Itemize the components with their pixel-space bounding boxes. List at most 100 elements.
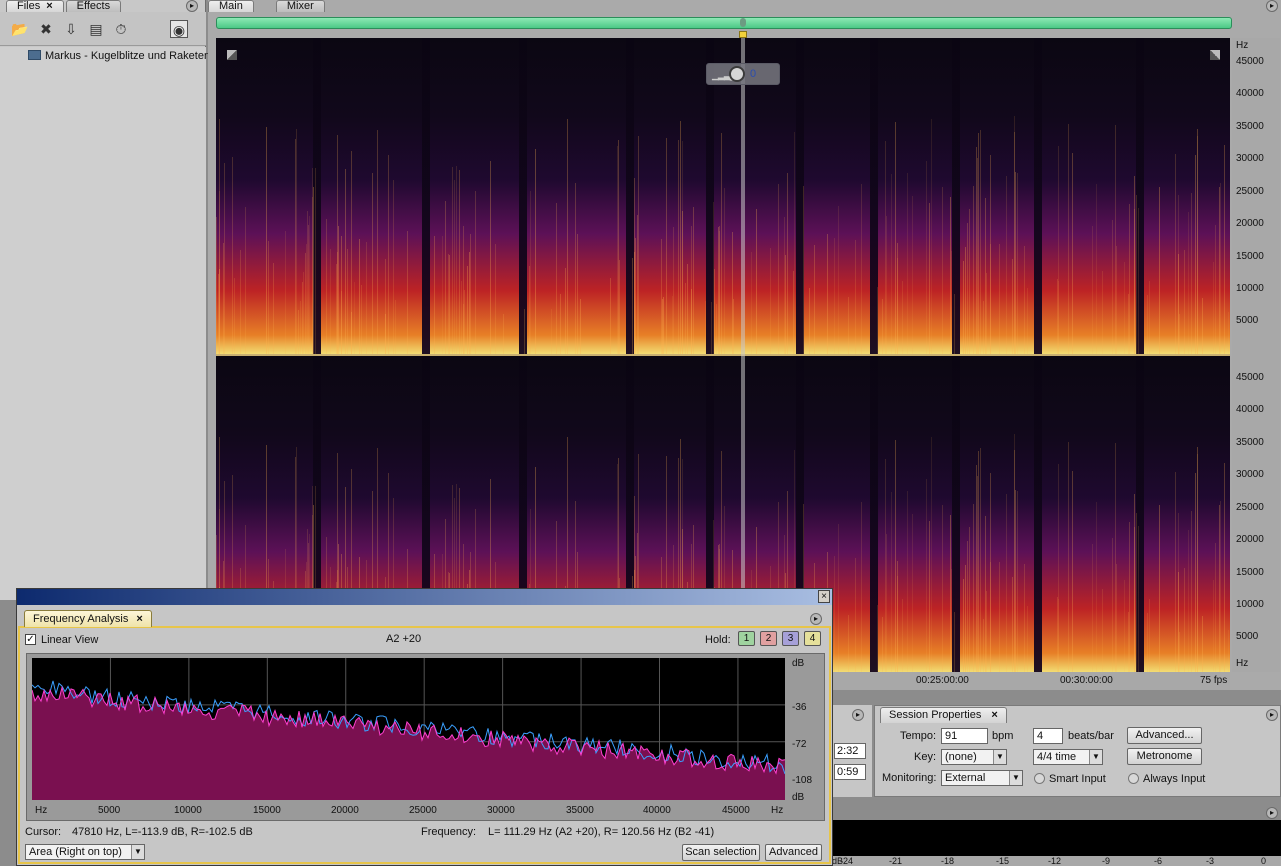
spectral-streak	[470, 234, 471, 354]
monitoring-select[interactable]: External ▼	[941, 770, 1023, 786]
display-mode-select[interactable]: Area (Right on top) ▼	[25, 844, 145, 860]
tab-files[interactable]: Files ×	[6, 0, 64, 12]
tab-main[interactable]: Main	[208, 0, 254, 12]
spectral-streak	[983, 301, 984, 354]
panel-menu-icon[interactable]: ▸	[1266, 0, 1278, 12]
spectral-streak	[372, 173, 373, 354]
key-select[interactable]: (none) ▼	[941, 749, 1007, 765]
spectral-streak	[891, 174, 892, 354]
tab-frequency-analysis[interactable]: Frequency Analysis ×	[24, 610, 152, 627]
close-icon[interactable]: ×	[991, 709, 997, 721]
hold-button-1[interactable]: 1	[738, 631, 755, 646]
close-icon[interactable]: ×	[46, 1, 52, 12]
advanced-button[interactable]: Advanced...	[1127, 727, 1202, 744]
autoplay-icon[interactable]: ⏱	[112, 20, 130, 38]
cursor-label: Cursor:	[25, 826, 62, 838]
spectral-streak	[1213, 580, 1214, 672]
hold-label: Hold:	[705, 634, 731, 646]
open-file-icon[interactable]: 📂	[11, 20, 29, 38]
spectral-streak	[1068, 442, 1069, 672]
view-options-icon[interactable]: ◉	[170, 20, 188, 38]
spectral-streak	[464, 290, 465, 354]
hz-tick: 35000	[1236, 121, 1264, 132]
always-input-radio[interactable]	[1128, 773, 1139, 784]
time-field[interactable]: 0:59	[834, 764, 866, 780]
spectral-streak	[1149, 281, 1150, 354]
spectral-streak	[551, 309, 552, 354]
spectral-streak	[1096, 184, 1097, 354]
tab-mixer[interactable]: Mixer	[275, 0, 325, 12]
spectral-streak	[1006, 494, 1007, 672]
insert-multitrack-icon[interactable]: ▤	[87, 20, 105, 38]
spectral-streak	[756, 209, 757, 354]
spectral-streak	[733, 299, 734, 354]
time-field[interactable]: 2:32	[834, 743, 866, 759]
tab-session-properties[interactable]: Session Properties ×	[880, 707, 1007, 723]
time-signature-select[interactable]: 4/4 time ▼	[1033, 749, 1103, 765]
chevron-down-icon: ▼	[1089, 750, 1102, 764]
spectral-streak	[951, 569, 952, 672]
panel-menu-icon[interactable]: ▸	[852, 709, 864, 721]
spectral-streak	[1024, 564, 1025, 672]
spectral-streak	[976, 147, 977, 354]
beats-input[interactable]: 4	[1033, 728, 1063, 744]
spectral-streak	[326, 219, 327, 354]
spectral-streak	[902, 281, 903, 354]
list-item[interactable]: Markus - Kugelblitze und Raketen	[28, 50, 210, 62]
hold-button-3[interactable]: 3	[782, 631, 799, 646]
window-titlebar[interactable]	[17, 589, 832, 605]
time-signature-value: 4/4 time	[1037, 751, 1077, 763]
db-tick: -9	[1102, 856, 1111, 866]
spectral-streak	[673, 227, 674, 354]
spectral-streak	[912, 514, 913, 672]
close-icon[interactable]: ×	[136, 613, 142, 625]
tab-effects[interactable]: Effects	[65, 0, 122, 12]
spectral-streak	[838, 524, 839, 672]
spectrum-plot[interactable]	[32, 658, 785, 800]
spectral-streak	[1024, 246, 1025, 354]
tempo-input[interactable]: 91	[941, 728, 988, 744]
panel-menu-icon[interactable]: ▸	[186, 0, 198, 12]
zoom-corner-icon[interactable]	[1210, 50, 1220, 60]
spectral-streak	[345, 169, 346, 354]
volume-value: 0	[750, 68, 757, 80]
close-icon[interactable]: ×	[818, 590, 830, 603]
hold-button-2[interactable]: 2	[760, 631, 777, 646]
spectral-streak	[980, 130, 981, 354]
spectral-streak	[1195, 155, 1196, 354]
advanced-button[interactable]: Advanced	[765, 844, 822, 861]
volume-hud[interactable]: ▁▂▃▄ 0	[706, 63, 780, 85]
x-tick: 40000	[643, 805, 671, 816]
spectral-streak	[1220, 183, 1221, 354]
spectral-streak	[556, 203, 557, 354]
close-file-icon[interactable]: ✖	[37, 20, 55, 38]
spectral-streak	[714, 269, 715, 354]
spectral-streak	[834, 556, 835, 672]
linear-view-checkbox[interactable]: ✓	[25, 634, 36, 645]
spectral-streak	[1159, 187, 1160, 354]
spectral-streak	[969, 527, 970, 672]
spectral-streak	[926, 479, 927, 672]
zoom-corner-icon[interactable]	[227, 50, 237, 60]
spectral-streak	[1228, 312, 1229, 354]
scan-selection-button[interactable]: Scan selection	[682, 844, 760, 861]
smart-input-radio[interactable]	[1034, 773, 1045, 784]
hz-tick: 45000	[1236, 56, 1264, 67]
import-icon[interactable]: ⇩	[62, 20, 80, 38]
hold-button-4[interactable]: 4	[804, 631, 821, 646]
volume-knob[interactable]	[729, 66, 745, 82]
panel-menu-icon[interactable]: ▸	[1266, 709, 1278, 721]
spectral-streak	[219, 269, 220, 354]
spectral-streak	[467, 266, 468, 354]
metronome-button[interactable]: Metronome	[1127, 748, 1202, 765]
spectral-streak	[973, 504, 974, 672]
spectral-streak	[902, 599, 903, 672]
playhead-marker[interactable]	[739, 31, 747, 38]
panel-menu-icon[interactable]: ▸	[1266, 807, 1278, 819]
db-tick: -18	[941, 856, 955, 866]
spectral-streak	[848, 297, 849, 354]
overview-bar[interactable]	[216, 17, 1232, 29]
playhead[interactable]	[741, 38, 745, 672]
panel-menu-icon[interactable]: ▸	[810, 613, 822, 625]
overview-handle[interactable]	[740, 18, 746, 27]
